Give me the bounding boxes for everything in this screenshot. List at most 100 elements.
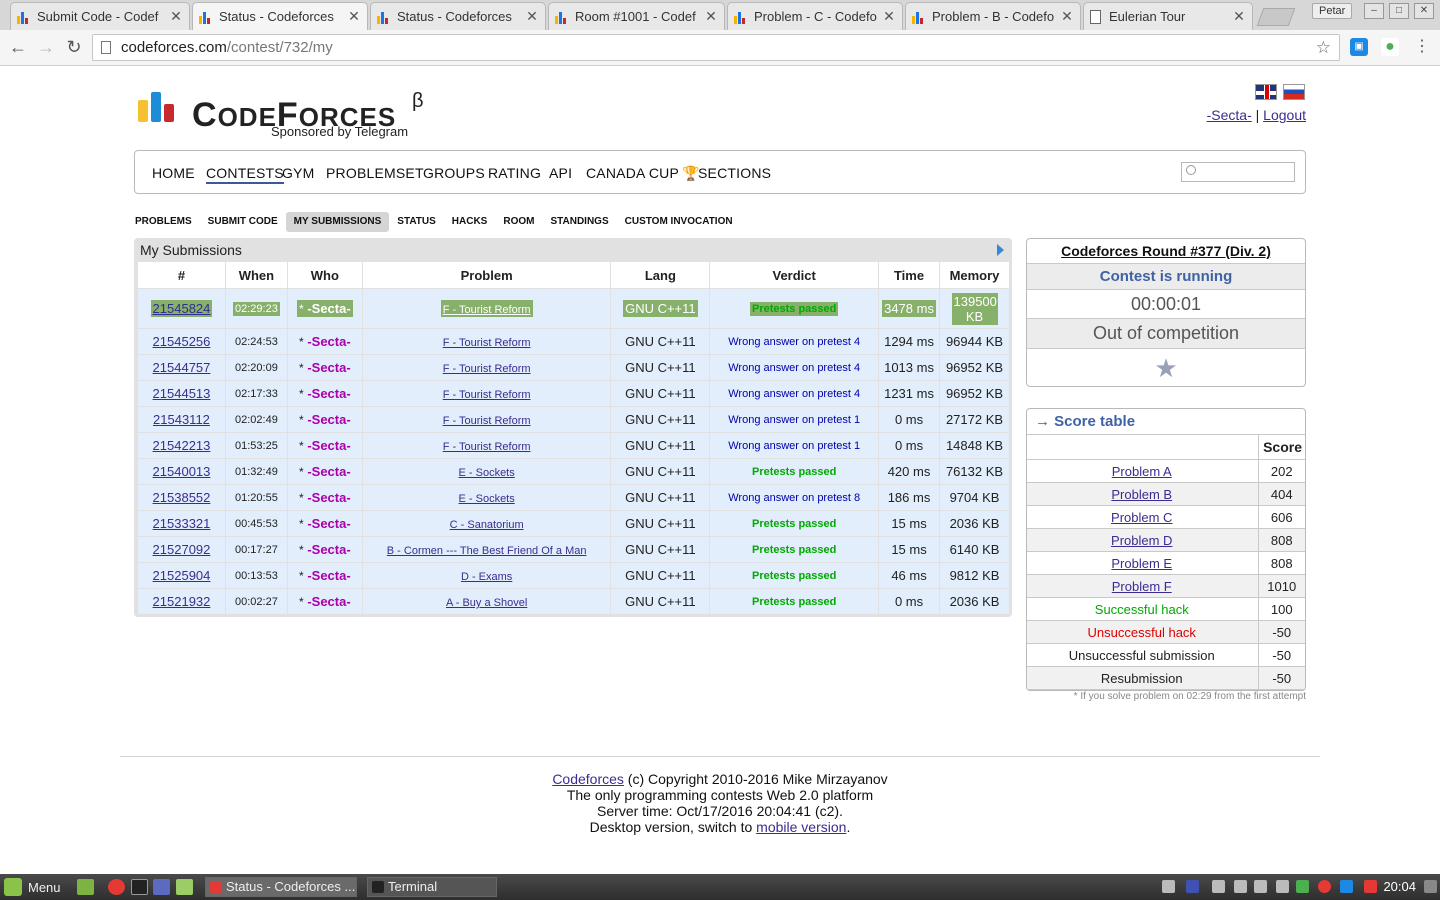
tab-close-icon[interactable]: ✕ [882, 8, 896, 25]
tab-close-icon[interactable]: ✕ [1060, 8, 1074, 25]
hangouts-icon[interactable]: ● [1381, 38, 1399, 56]
contest-menu-standings[interactable]: Standings [542, 212, 616, 232]
tab-close-icon[interactable]: ✕ [704, 8, 718, 25]
problem-link[interactable]: C - Sanatorium [450, 519, 524, 531]
show-desktop-icon[interactable] [77, 879, 94, 895]
contest-menu-room[interactable]: Room [495, 212, 542, 232]
pen-tray-icon[interactable] [1234, 880, 1247, 893]
codeforces-logo[interactable]: CODEFORCES β Sponsored by Telegram [138, 90, 438, 142]
browser-tab[interactable]: Status - Codeforces ✕ [192, 2, 368, 30]
tab-close-icon[interactable]: ✕ [1232, 8, 1246, 25]
submission-id-link[interactable]: 21543112 [153, 412, 210, 427]
problem-link[interactable]: A - Buy a Shovel [446, 597, 527, 609]
score-problem-link[interactable]: Problem C [1111, 510, 1172, 525]
browser-tab[interactable]: Problem - C - Codefo ✕ [727, 2, 903, 30]
shield-tray-icon[interactable] [1340, 880, 1353, 893]
back-icon[interactable]: ← [8, 37, 28, 57]
browser-tab[interactable]: Status - Codeforces ✕ [370, 2, 546, 30]
contest-menu-status[interactable]: Status [389, 212, 444, 232]
reload-icon[interactable]: ↻ [64, 37, 84, 57]
menu-item-sections[interactable]: Sections [698, 165, 771, 181]
contest-menu-submit-code[interactable]: Submit Code [200, 212, 286, 232]
files-launcher-icon[interactable] [176, 879, 193, 895]
submission-id-link[interactable]: 21533321 [153, 516, 211, 531]
tray-menu-icon[interactable] [1424, 880, 1437, 893]
browser-tab[interactable]: Room #1001 - Codef ✕ [548, 2, 725, 30]
who-handle-link[interactable]: -Secta- [307, 568, 350, 583]
menu-item-api[interactable]: API [549, 165, 572, 181]
who-handle-link[interactable]: -Secta- [307, 438, 350, 453]
extension-icon[interactable]: ▣ [1350, 38, 1368, 56]
who-handle-link[interactable]: -Secta- [307, 542, 350, 557]
taskbar-task[interactable]: Terminal [367, 877, 497, 897]
submission-id-link[interactable]: 21544757 [153, 360, 211, 375]
bluetooth-tray-icon[interactable] [1212, 880, 1225, 893]
contest-name-link[interactable]: Codeforces Round #377 (Div. 2) [1061, 243, 1271, 259]
tab-close-icon[interactable]: ✕ [347, 8, 361, 25]
volume-tray-icon[interactable] [1254, 880, 1267, 893]
menu-item-canada-cup[interactable]: Canada Cup 🏆 [586, 165, 700, 182]
col-header-problem[interactable]: Problem [361, 261, 612, 289]
menu-item-gym[interactable]: Gym [282, 165, 315, 181]
tab-close-icon[interactable]: ✕ [169, 8, 183, 25]
russian-flag-icon[interactable] [1283, 84, 1305, 100]
minimize-icon[interactable]: – [1364, 3, 1384, 19]
taskbar-task[interactable]: Status - Codeforces ... [205, 877, 357, 897]
search-input[interactable] [1181, 162, 1295, 182]
problem-link[interactable]: F - Tourist Reform [443, 337, 531, 349]
who-handle-link[interactable]: -Secta- [307, 334, 350, 349]
us-flag-tray-icon[interactable] [1186, 880, 1199, 893]
chrome-launcher-icon[interactable] [108, 879, 125, 895]
contest-menu-my-submissions[interactable]: My Submissions [285, 212, 390, 232]
menu-item-contests[interactable]: Contests [206, 165, 284, 184]
score-table-header[interactable]: → Score table [1035, 413, 1135, 430]
favourite-star-icon[interactable]: ★ [1154, 353, 1177, 383]
score-problem-link[interactable]: Problem B [1111, 487, 1172, 502]
recording-tray-icon[interactable] [1364, 880, 1377, 893]
problem-link[interactable]: F - Tourist Reform [443, 304, 531, 316]
submission-id-link[interactable]: 21525904 [153, 568, 211, 583]
editor-launcher-icon[interactable] [153, 879, 170, 895]
problem-link[interactable]: E - Sockets [459, 467, 515, 479]
address-bar[interactable]: codeforces.com/contest/732/my ☆ [92, 34, 1340, 61]
english-flag-icon[interactable] [1255, 84, 1277, 100]
menu-item-problemset[interactable]: Problemset [326, 165, 424, 181]
menu-item-groups[interactable]: Groups [423, 165, 485, 181]
submission-id-link[interactable]: 21540013 [153, 464, 211, 479]
chrome-menu-icon[interactable]: ⋮ [1413, 38, 1431, 56]
menu-item-home[interactable]: Home [152, 165, 195, 181]
user-handle-link[interactable]: -Secta- [1207, 107, 1252, 123]
contest-menu-hacks[interactable]: Hacks [444, 212, 496, 232]
score-problem-link[interactable]: Problem F [1112, 579, 1172, 594]
col-header-when[interactable]: When [224, 261, 288, 289]
logout-link[interactable]: Logout [1263, 107, 1306, 123]
forward-icon[interactable]: → [36, 37, 56, 57]
chrome-tray-icon[interactable] [1318, 880, 1331, 893]
col-header-verdict[interactable]: Verdict [709, 261, 880, 289]
browser-tab[interactable]: Eulerian Tour ✕ [1083, 2, 1253, 30]
who-handle-link[interactable]: -Secta- [307, 301, 350, 316]
who-handle-link[interactable]: -Secta- [307, 490, 350, 505]
submission-id-link[interactable]: 21545256 [153, 334, 211, 349]
who-handle-link[interactable]: -Secta- [307, 516, 350, 531]
footer-brand-link[interactable]: Codeforces [552, 771, 624, 787]
submission-id-link[interactable]: 21527092 [153, 542, 211, 557]
submission-id-link[interactable]: 21538552 [153, 490, 211, 505]
who-handle-link[interactable]: -Secta- [307, 360, 350, 375]
who-handle-link[interactable]: -Secta- [307, 412, 350, 427]
problem-link[interactable]: E - Sockets [459, 493, 515, 505]
col-header-time[interactable]: Time [878, 261, 940, 289]
new-tab-button[interactable] [1256, 8, 1296, 26]
hangouts-tray-icon[interactable] [1296, 880, 1309, 893]
col-header-lang[interactable]: Lang [610, 261, 711, 289]
col-header-who[interactable]: Who [286, 261, 363, 289]
problem-link[interactable]: F - Tourist Reform [443, 389, 531, 401]
col-header-memory[interactable]: Memory [939, 261, 1010, 289]
problem-link[interactable]: B - Cormen --- The Best Friend Of a Man [387, 545, 587, 557]
bookmark-star-icon[interactable]: ☆ [1316, 38, 1331, 58]
submission-id-link[interactable]: 21545824 [153, 301, 211, 316]
terminal-launcher-icon[interactable] [131, 879, 148, 895]
menu-item-rating[interactable]: Rating [488, 165, 541, 181]
score-problem-link[interactable]: Problem A [1112, 464, 1172, 479]
score-problem-link[interactable]: Problem D [1111, 533, 1172, 548]
